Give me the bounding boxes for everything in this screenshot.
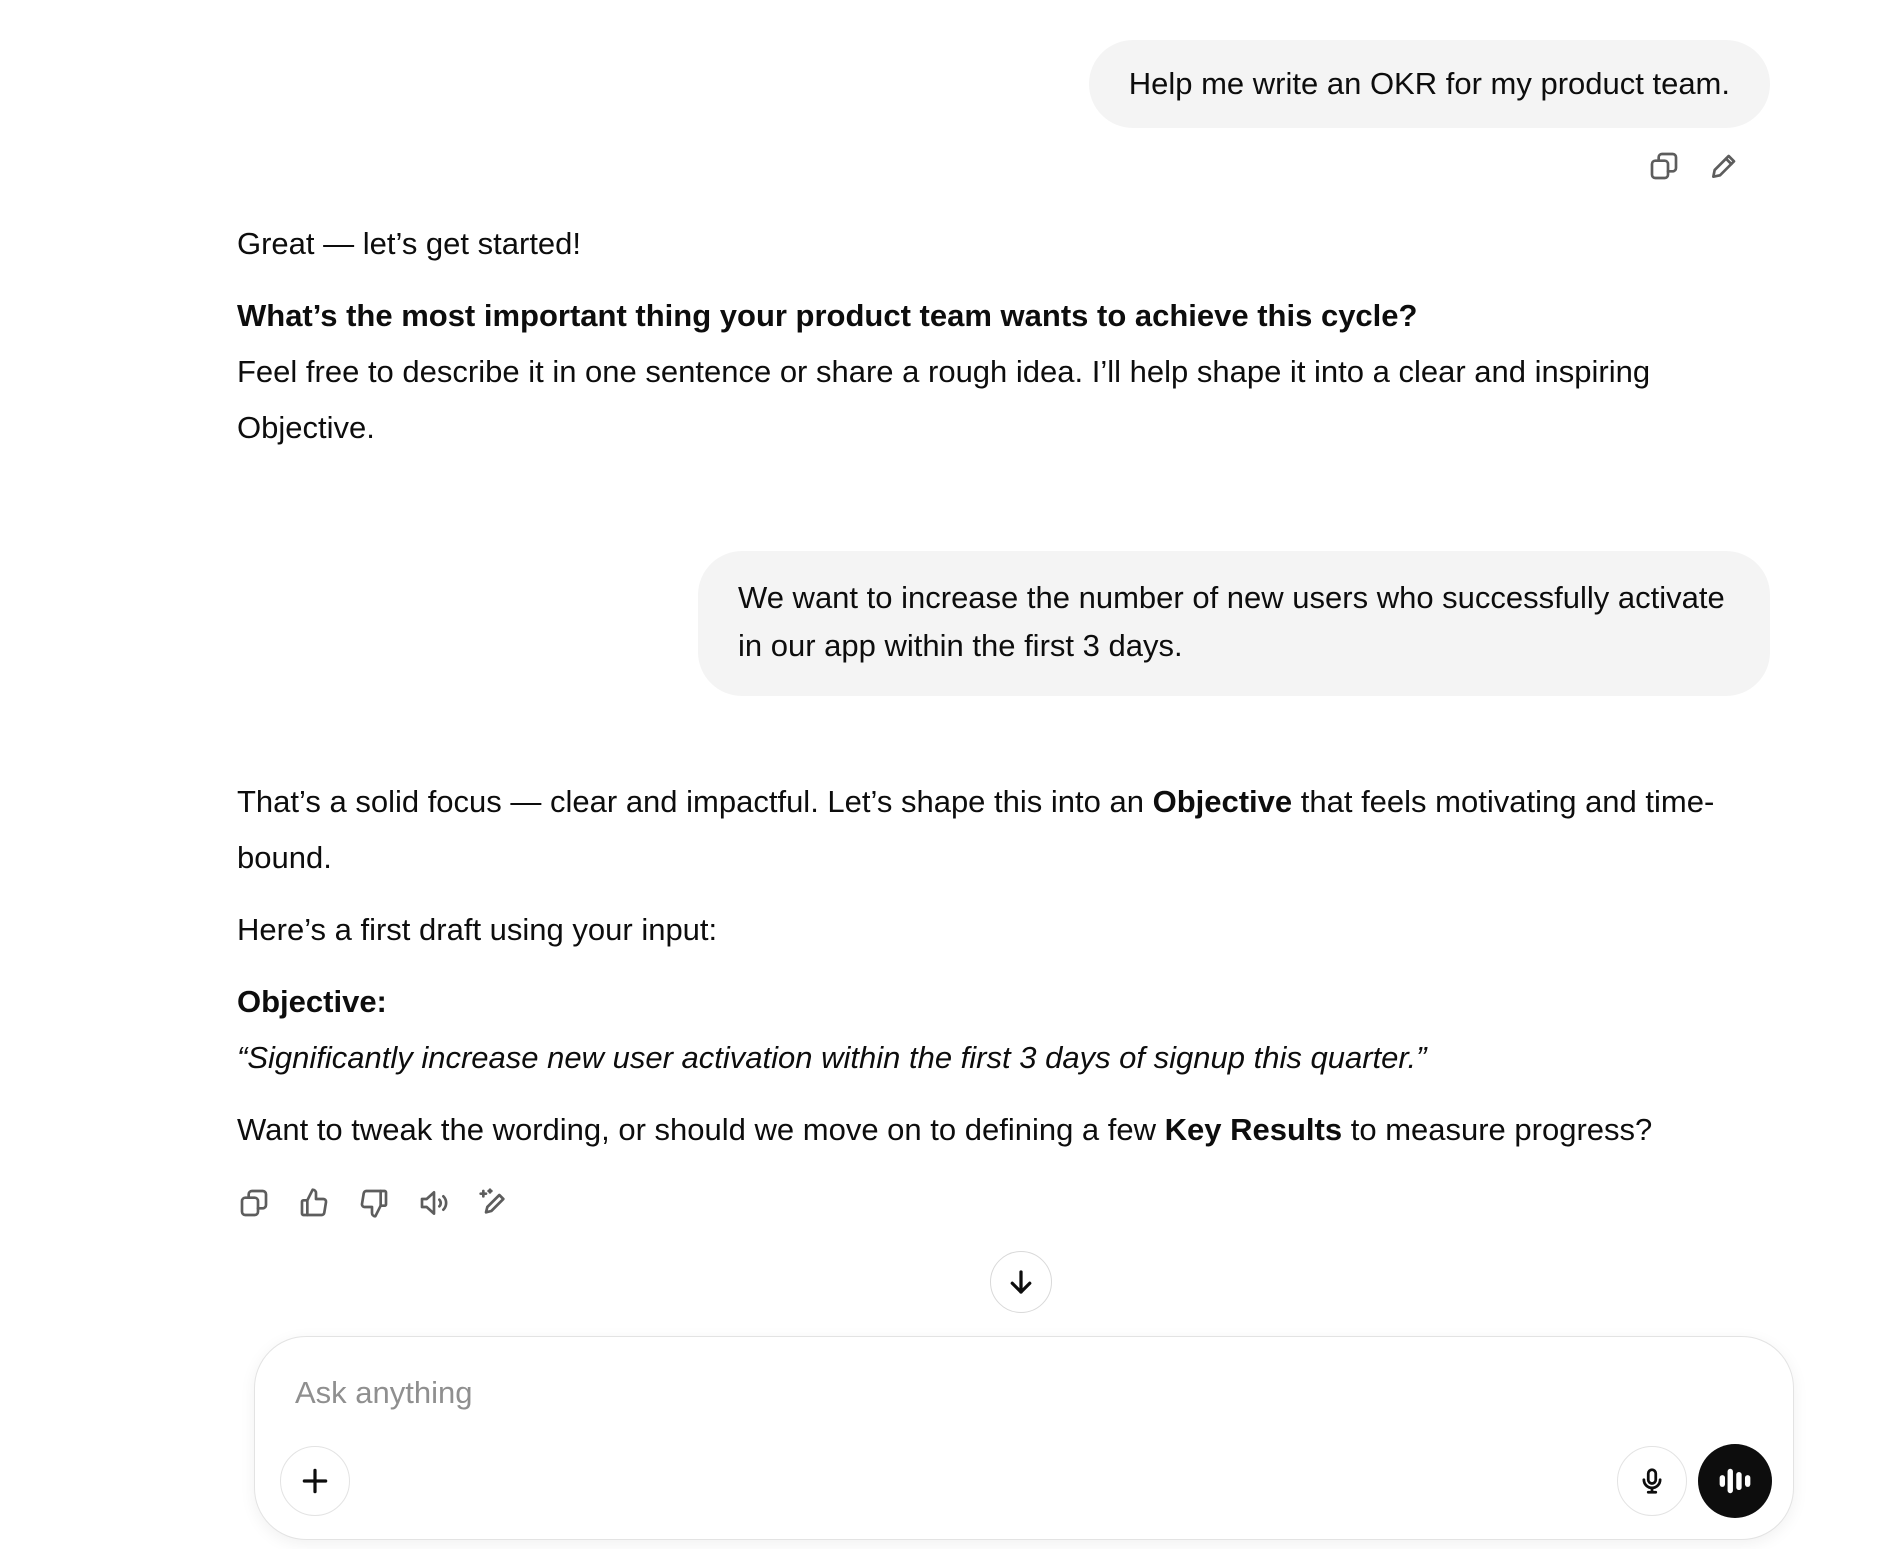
assistant-followup: Feel free to describe it in one sentence… (237, 354, 1651, 445)
edit-in-canvas-icon (479, 1188, 505, 1214)
edit-icon (1712, 154, 1736, 178)
chat-page: Help me write an OKR for my product team… (0, 0, 1902, 1549)
assistant-greeting: Great — let’s get started! (237, 226, 582, 261)
edit-message-button[interactable] (1702, 144, 1746, 188)
assistant-question: What’s the most important thing your pro… (237, 298, 1418, 333)
prompt-input[interactable] (293, 1367, 1697, 1419)
dictate-button[interactable] (1617, 1446, 1687, 1516)
assistant-message: Great — let’s get started! What’s the mo… (237, 216, 1737, 456)
scroll-to-bottom-button[interactable] (990, 1251, 1052, 1313)
assistant-message-actions (232, 1181, 516, 1225)
edit-in-canvas-button[interactable] (472, 1181, 516, 1225)
copy-button[interactable] (1642, 144, 1686, 188)
assistant-intro: That’s a solid focus — clear and impactf… (237, 784, 1715, 875)
user-message-actions (1642, 144, 1746, 188)
voice-mode-icon (1719, 1468, 1751, 1494)
copy-icon (240, 1189, 268, 1217)
objective-text: “Significantly increase new user activat… (237, 1040, 1427, 1075)
assistant-closing: Want to tweak the wording, or should we … (237, 1112, 1653, 1147)
bad-response-button[interactable] (352, 1181, 396, 1225)
read-aloud-icon (420, 1191, 448, 1215)
user-message-bubble: We want to increase the number of new us… (698, 551, 1770, 696)
microphone-icon (1642, 1468, 1662, 1494)
user-message-text: Help me write an OKR for my product team… (1128, 66, 1730, 101)
copy-button[interactable] (232, 1181, 276, 1225)
thumbs-down-icon (360, 1189, 388, 1218)
user-message-bubble: Help me write an OKR for my product team… (1088, 40, 1770, 128)
good-response-button[interactable] (292, 1181, 336, 1225)
thumbs-up-icon (300, 1188, 328, 1217)
assistant-message: That’s a solid focus — clear and impactf… (237, 774, 1737, 1158)
objective-label: Objective: (237, 984, 387, 1019)
user-message-text: We want to increase the number of new us… (738, 580, 1725, 663)
read-aloud-button[interactable] (412, 1181, 456, 1225)
add-attachment-button[interactable] (280, 1446, 350, 1516)
assistant-draft-line: Here’s a first draft using your input: (237, 912, 718, 947)
plus-icon (302, 1468, 328, 1494)
arrow-down-icon (1010, 1270, 1032, 1294)
voice-mode-button[interactable] (1698, 1444, 1772, 1518)
copy-icon (1650, 152, 1678, 180)
message-composer (254, 1336, 1794, 1540)
